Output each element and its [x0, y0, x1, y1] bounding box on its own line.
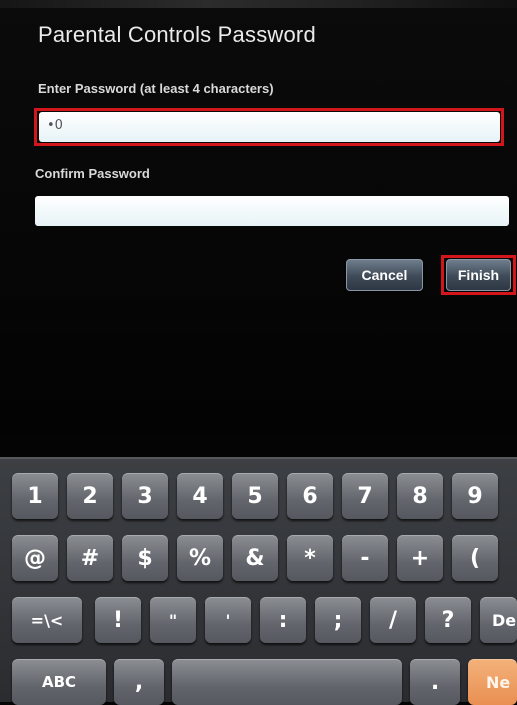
key-hash[interactable]: #: [67, 535, 113, 581]
key-colon[interactable]: :: [260, 597, 306, 643]
key-semicolon[interactable]: ;: [315, 597, 361, 643]
key-5[interactable]: 5: [232, 473, 278, 519]
confirm-password-field[interactable]: [35, 196, 509, 226]
key-single-quote[interactable]: ': [205, 597, 251, 643]
key-period[interactable]: .: [410, 659, 460, 705]
confirm-password-label: Confirm Password: [35, 166, 150, 181]
key-dollar[interactable]: $: [122, 535, 168, 581]
key-6[interactable]: 6: [287, 473, 333, 519]
key-8[interactable]: 8: [397, 473, 443, 519]
key-space[interactable]: [172, 659, 402, 705]
key-exclamation[interactable]: !: [95, 597, 141, 643]
password-label: Enter Password (at least 4 characters): [38, 81, 274, 96]
key-1[interactable]: 1: [12, 473, 58, 519]
key-minus[interactable]: -: [342, 535, 388, 581]
on-screen-keyboard: 1 2 3 4 5 6 7 8 9 @ # $ % & * - + ( =\< …: [0, 457, 517, 705]
key-slash[interactable]: /: [370, 597, 416, 643]
key-percent[interactable]: %: [177, 535, 223, 581]
key-symbols-toggle[interactable]: =\<: [12, 597, 82, 643]
status-bar-edge: [0, 0, 517, 8]
key-9[interactable]: 9: [452, 473, 498, 519]
cancel-button[interactable]: Cancel: [346, 259, 423, 291]
screen: Parental Controls Password Enter Passwor…: [0, 0, 517, 705]
key-abc[interactable]: ABC: [12, 659, 106, 705]
key-2[interactable]: 2: [67, 473, 113, 519]
key-plus[interactable]: +: [397, 535, 443, 581]
key-next[interactable]: Ne: [468, 659, 517, 705]
key-3[interactable]: 3: [122, 473, 168, 519]
key-question[interactable]: ?: [425, 597, 471, 643]
key-ampersand[interactable]: &: [232, 535, 278, 581]
key-at[interactable]: @: [12, 535, 58, 581]
finish-button-highlight: [441, 255, 516, 295]
password-field-highlight: [34, 108, 504, 146]
key-asterisk[interactable]: *: [287, 535, 333, 581]
page-title: Parental Controls Password: [38, 22, 316, 47]
key-open-paren[interactable]: (: [452, 535, 498, 581]
key-4[interactable]: 4: [177, 473, 223, 519]
key-double-quote[interactable]: ": [150, 597, 196, 643]
key-7[interactable]: 7: [342, 473, 388, 519]
key-delete[interactable]: De: [480, 597, 517, 643]
key-comma[interactable]: ,: [114, 659, 164, 705]
